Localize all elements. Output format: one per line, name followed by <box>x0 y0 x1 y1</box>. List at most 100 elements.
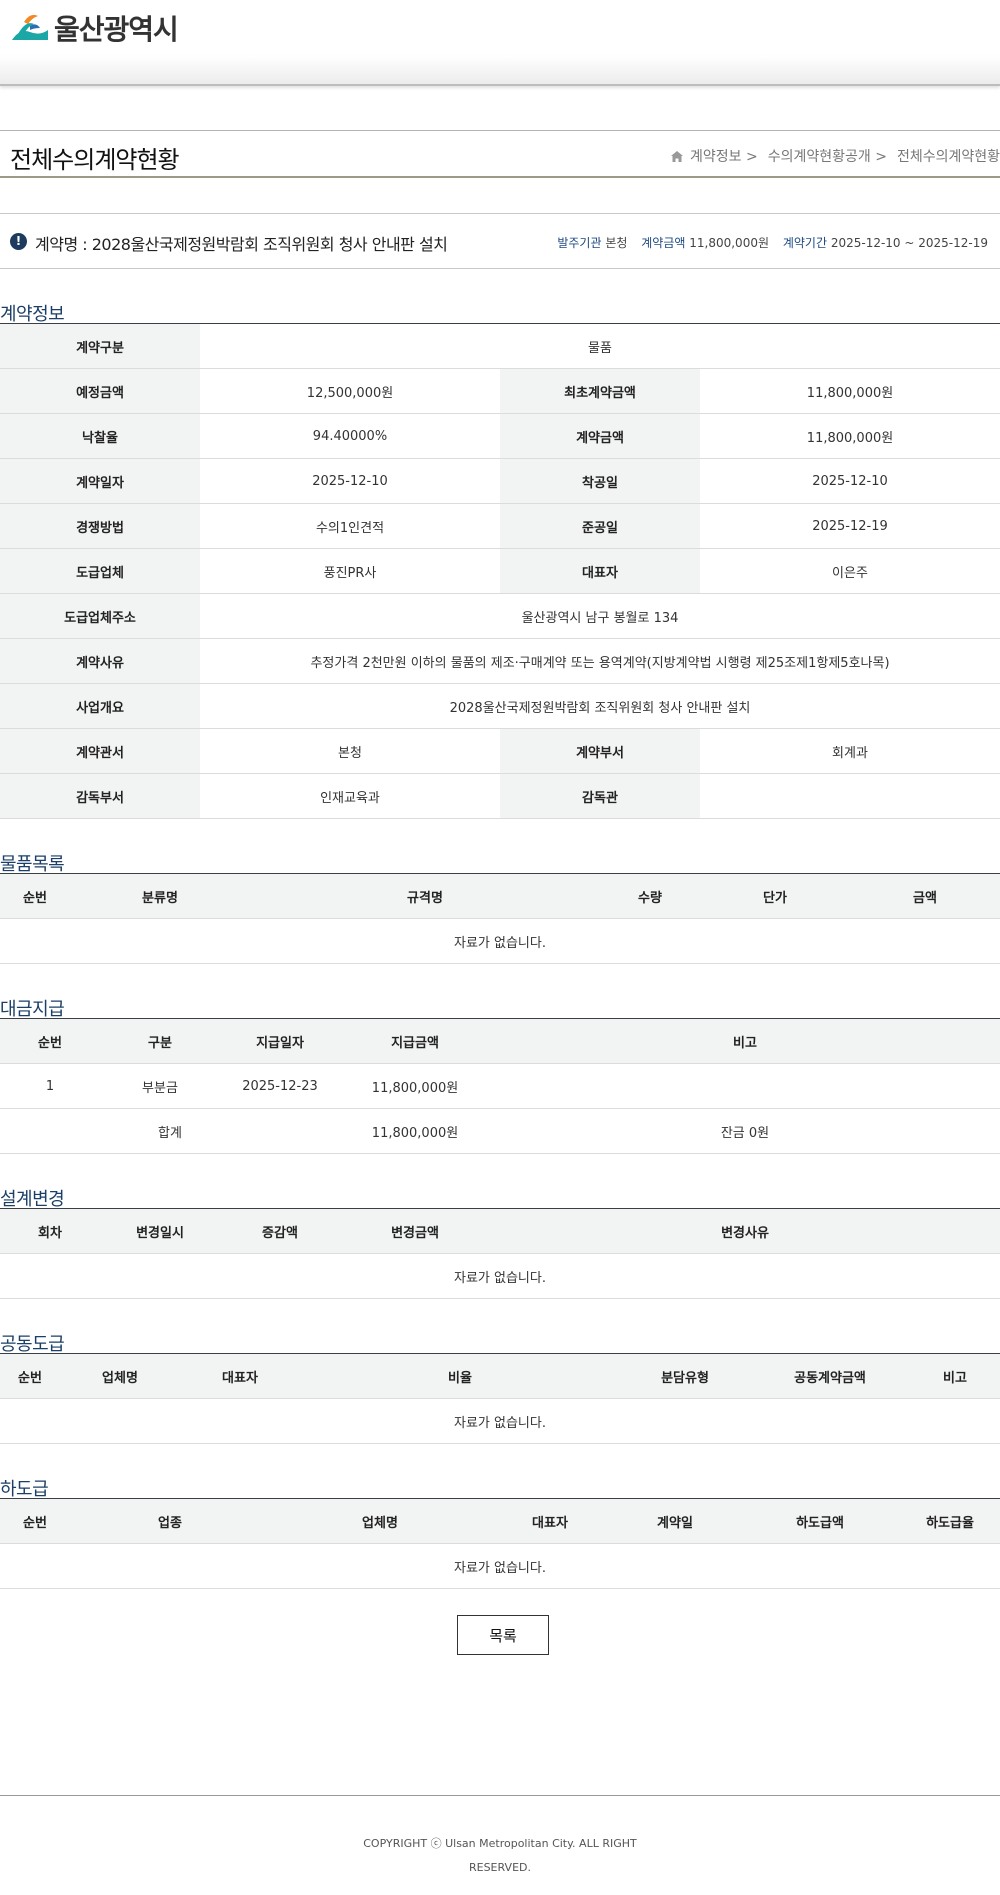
breadcrumb-private-contract[interactable]: 수의계약현황공개 > <box>768 146 887 166</box>
payment-col-no: 순번 <box>0 1018 100 1064</box>
start-date-label: 착공일 <box>500 458 700 504</box>
period-value: 2025-12-10 ~ 2025-12-19 <box>830 236 988 250</box>
contract-summary: ! 계약명 : 2028울산국제정원박람회 조직위원회 청사 안내판 설치 발주… <box>0 213 1000 269</box>
payment-table: 순번 구분 지급일자 지급금액 비고 1 부분금 2025-12-23 11,8… <box>0 1018 1000 1154</box>
design-col-round: 회차 <box>0 1208 100 1254</box>
agency-label: 발주기관 <box>557 236 602 250</box>
payment-total-label: 합계 <box>0 1108 220 1154</box>
office-value: 본청 <box>200 728 500 774</box>
payment-no: 1 <box>0 1063 100 1109</box>
payment-col-type: 구분 <box>100 1018 220 1064</box>
payment-amount: 11,800,000원 <box>340 1063 490 1109</box>
breadcrumb-contract-info[interactable]: 계약정보 > <box>690 146 758 166</box>
breadcrumb-current: 전체수의계약현황 <box>896 149 1000 165</box>
supervisor-value <box>700 773 1000 819</box>
site-logo[interactable]: 울산광역시 <box>10 8 179 48</box>
period-label: 계약기간 <box>782 236 827 250</box>
subcontract-table: 순번 업종 업체명 대표자 계약일 하도급액 하도급율 자료가 없습니다. <box>0 1498 1000 1589</box>
table-header-row: 회차 변경일시 증감액 변경금액 변경사유 <box>0 1208 1000 1254</box>
table-row: 도급업체 풍진PR사 대표자 이은주 <box>0 548 1000 594</box>
ceo-value: 이은주 <box>700 548 1000 594</box>
sub-col-date: 계약일 <box>610 1498 740 1544</box>
table-row: 1 부분금 2025-12-23 11,800,000원 <box>0 1063 1000 1109</box>
joint-col-amount: 공동계약금액 <box>750 1353 910 1399</box>
contract-amount-label: 계약금액 <box>500 413 700 459</box>
payment-col-note: 비고 <box>490 1018 1000 1064</box>
goods-col-no: 순번 <box>0 873 70 919</box>
sub-col-company: 업체명 <box>270 1498 490 1544</box>
contractor-value: 풍진PR사 <box>200 548 500 594</box>
table-row: 자료가 없습니다. <box>0 1253 1000 1299</box>
payment-note <box>490 1063 1000 1109</box>
joint-col-share-type: 분담유형 <box>620 1353 750 1399</box>
payment-total-amount: 11,800,000원 <box>340 1108 490 1154</box>
payment-balance: 잔금 0원 <box>490 1108 1000 1154</box>
address-value: 울산광역시 남구 봉월로 134 <box>200 593 1000 639</box>
contract-date-value: 2025-12-10 <box>200 458 500 504</box>
table-row: 계약사유 추정가격 2천만원 이하의 물품의 제조·구매계약 또는 용역계약(지… <box>0 638 1000 684</box>
reason-value: 추정가격 2천만원 이하의 물품의 제조·구매계약 또는 용역계약(지방계약법 … <box>200 638 1000 684</box>
sub-col-industry: 업종 <box>70 1498 270 1544</box>
goods-col-price: 단가 <box>700 873 850 919</box>
joint-empty: 자료가 없습니다. <box>0 1398 1000 1444</box>
address-label: 도급업체주소 <box>0 593 200 639</box>
table-row: 계약관서 본청 계약부서 회계과 <box>0 728 1000 774</box>
amount-value: 11,800,000원 <box>689 236 769 250</box>
list-button[interactable]: 목록 <box>457 1615 549 1655</box>
payment-date: 2025-12-23 <box>220 1063 340 1109</box>
design-col-diff: 증감액 <box>220 1208 340 1254</box>
end-date-value: 2025-12-19 <box>700 503 1000 549</box>
design-col-reason: 변경사유 <box>490 1208 1000 1254</box>
joint-col-ratio: 비율 <box>300 1353 620 1399</box>
contract-amount-value: 11,800,000원 <box>700 413 1000 459</box>
site-header: 울산광역시 <box>0 0 1000 86</box>
end-date-label: 준공일 <box>500 503 700 549</box>
table-row: 자료가 없습니다. <box>0 1543 1000 1589</box>
payment-type: 부분금 <box>100 1063 220 1109</box>
office-label: 계약관서 <box>0 728 200 774</box>
exclamation-icon: ! <box>10 233 27 250</box>
payment-col-date: 지급일자 <box>220 1018 340 1064</box>
table-header-row: 순번 업종 업체명 대표자 계약일 하도급액 하도급율 <box>0 1498 1000 1544</box>
table-row: 계약일자 2025-12-10 착공일 2025-12-10 <box>0 458 1000 504</box>
goods-col-spec: 규격명 <box>250 873 600 919</box>
goods-col-qty: 수량 <box>600 873 700 919</box>
initial-amount-value: 11,800,000원 <box>700 368 1000 414</box>
joint-col-note: 비고 <box>910 1353 1000 1399</box>
category-value: 물품 <box>200 323 1000 369</box>
summary-meta: 발주기관 본청 계약금액 11,800,000원 계약기간 2025-12-10… <box>547 234 988 251</box>
table-row: 낙찰율 94.40000% 계약금액 11,800,000원 <box>0 413 1000 459</box>
subcontract-empty: 자료가 없습니다. <box>0 1543 1000 1589</box>
supervisor-label: 감독관 <box>500 773 700 819</box>
table-row: 감독부서 인재교육과 감독관 <box>0 773 1000 819</box>
logo-text: 울산광역시 <box>54 13 179 46</box>
header-bar <box>0 56 1000 86</box>
table-row: 자료가 없습니다. <box>0 1398 1000 1444</box>
reason-label: 계약사유 <box>0 638 200 684</box>
sub-col-no: 순번 <box>0 1498 70 1544</box>
payment-col-amount: 지급금액 <box>340 1018 490 1064</box>
contract-info-table: 계약구분 물품 예정금액 12,500,000원 최초계약금액 11,800,0… <box>0 323 1000 819</box>
category-label: 계약구분 <box>0 323 200 369</box>
table-row: 자료가 없습니다. <box>0 918 1000 964</box>
page-title: 전체수의계약현황 <box>10 146 180 174</box>
joint-table: 순번 업체명 대표자 비율 분담유형 공동계약금액 비고 자료가 없습니다. <box>0 1353 1000 1444</box>
home-icon[interactable] <box>670 150 684 163</box>
goods-col-class: 분류명 <box>70 873 250 919</box>
method-label: 경쟁방법 <box>0 503 200 549</box>
goods-table: 순번 분류명 규격명 수량 단가 금액 자료가 없습니다. <box>0 873 1000 964</box>
estimated-value: 12,500,000원 <box>200 368 500 414</box>
supervise-dept-label: 감독부서 <box>0 773 200 819</box>
sub-col-amount: 하도급액 <box>740 1498 900 1544</box>
joint-col-no: 순번 <box>0 1353 60 1399</box>
ulsan-logo-icon <box>12 14 48 40</box>
table-row: 계약구분 물품 <box>0 323 1000 369</box>
overview-label: 사업개요 <box>0 683 200 729</box>
payment-total-empty <box>220 1108 340 1154</box>
table-row: 사업개요 2028울산국제정원박람회 조직위원회 청사 안내판 설치 <box>0 683 1000 729</box>
table-header-row: 순번 분류명 규격명 수량 단가 금액 <box>0 873 1000 919</box>
contract-date-label: 계약일자 <box>0 458 200 504</box>
sub-col-ceo: 대표자 <box>490 1498 610 1544</box>
goods-col-amount: 금액 <box>850 873 1000 919</box>
contract-name: 계약명 : 2028울산국제정원박람회 조직위원회 청사 안내판 설치 <box>35 235 448 254</box>
